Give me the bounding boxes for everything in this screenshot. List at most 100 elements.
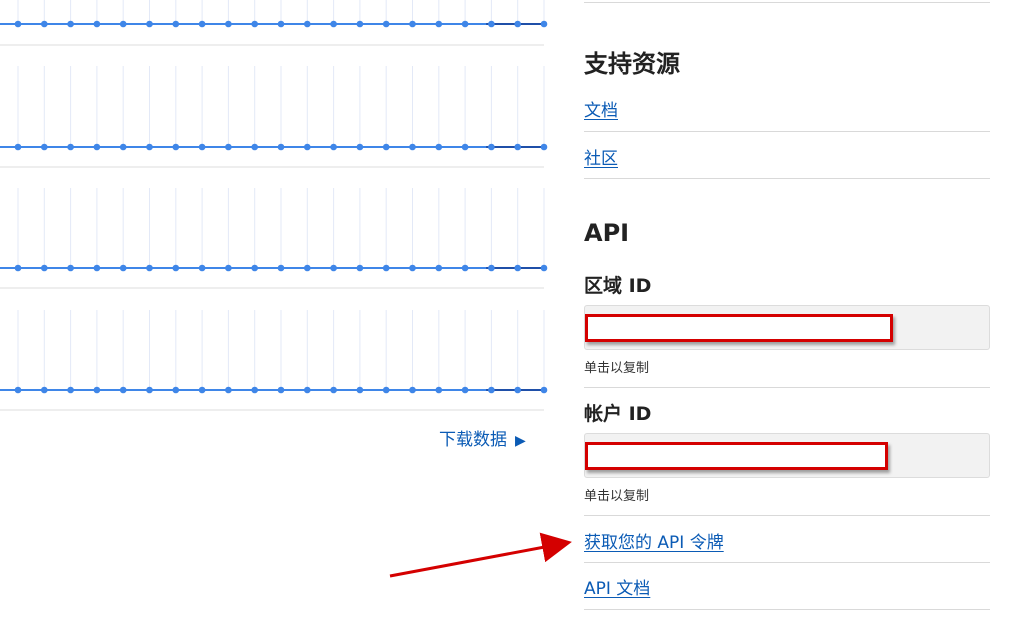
data-point[interactable] [330, 20, 337, 28]
data-point[interactable] [488, 20, 495, 28]
data-point[interactable] [14, 20, 22, 28]
data-point[interactable] [540, 264, 548, 272]
data-point[interactable] [409, 264, 416, 272]
data-point[interactable] [488, 386, 495, 394]
data-point[interactable] [382, 264, 390, 272]
data-point[interactable] [251, 386, 258, 394]
data-point[interactable] [67, 20, 74, 28]
data-point[interactable] [540, 143, 548, 151]
data-point[interactable] [41, 264, 48, 272]
data-point[interactable] [146, 264, 153, 272]
data-point[interactable] [251, 20, 258, 28]
data-point[interactable] [356, 143, 364, 151]
data-point[interactable] [461, 386, 469, 394]
data-point[interactable] [14, 143, 22, 151]
data-point[interactable] [435, 386, 443, 394]
docs-link[interactable]: 文档 [584, 96, 618, 121]
data-point[interactable] [409, 143, 416, 151]
data-point[interactable] [382, 20, 390, 28]
region-id-label: 区域 ID [584, 275, 652, 297]
data-point[interactable] [435, 264, 443, 272]
account-id-copy-field[interactable] [584, 433, 990, 478]
data-point[interactable] [488, 264, 495, 272]
data-point[interactable] [225, 264, 232, 272]
data-point[interactable] [93, 264, 101, 272]
data-point[interactable] [67, 143, 74, 151]
triangle-right-icon: ▶ [515, 433, 526, 449]
redaction-box [585, 314, 893, 342]
data-point[interactable] [304, 143, 311, 151]
data-point[interactable] [514, 264, 521, 272]
data-point[interactable] [41, 143, 48, 151]
data-point[interactable] [356, 264, 364, 272]
data-point[interactable] [198, 20, 206, 28]
data-point[interactable] [277, 264, 285, 272]
data-point[interactable] [409, 386, 416, 394]
data-point[interactable] [461, 20, 469, 28]
data-point[interactable] [93, 386, 101, 394]
data-point[interactable] [41, 386, 48, 394]
data-point[interactable] [382, 386, 390, 394]
data-point[interactable] [41, 20, 48, 28]
data-point[interactable] [67, 264, 74, 272]
data-point[interactable] [277, 143, 285, 151]
data-point[interactable] [356, 20, 364, 28]
data-point[interactable] [540, 386, 548, 394]
data-point[interactable] [514, 20, 521, 28]
data-point[interactable] [172, 386, 180, 394]
data-point[interactable] [172, 264, 180, 272]
region-id-copy-hint: 单击以复制 [584, 361, 650, 376]
data-point[interactable] [514, 386, 521, 394]
data-point[interactable] [514, 143, 521, 151]
data-point[interactable] [93, 20, 101, 28]
data-point[interactable] [251, 143, 258, 151]
data-point[interactable] [330, 143, 337, 151]
data-point[interactable] [119, 386, 127, 394]
data-point[interactable] [198, 143, 206, 151]
data-point[interactable] [93, 143, 101, 151]
divider [584, 178, 990, 179]
data-point[interactable] [330, 386, 337, 394]
community-link[interactable]: 社区 [584, 144, 618, 169]
data-point[interactable] [330, 264, 337, 272]
download-data-link[interactable]: 下载数据 ▶ [439, 425, 526, 450]
data-point[interactable] [488, 143, 495, 151]
data-point[interactable] [198, 264, 206, 272]
data-point[interactable] [198, 386, 206, 394]
data-point[interactable] [172, 143, 180, 151]
get-api-token-link[interactable]: 获取您的 API 令牌 [584, 528, 724, 553]
data-point[interactable] [435, 20, 443, 28]
data-point[interactable] [409, 20, 416, 28]
data-point[interactable] [225, 386, 232, 394]
data-point[interactable] [146, 143, 153, 151]
data-point[interactable] [67, 386, 74, 394]
data-point[interactable] [540, 20, 548, 28]
data-point[interactable] [146, 386, 153, 394]
data-point[interactable] [277, 20, 285, 28]
data-point[interactable] [461, 143, 469, 151]
data-point[interactable] [435, 143, 443, 151]
account-id-label: 帐户 ID [584, 403, 652, 425]
data-point[interactable] [382, 143, 390, 151]
data-point[interactable] [119, 264, 127, 272]
data-point[interactable] [356, 386, 364, 394]
data-point[interactable] [14, 386, 22, 394]
data-point[interactable] [225, 143, 232, 151]
data-point[interactable] [304, 386, 311, 394]
divider [584, 387, 990, 388]
data-point[interactable] [461, 264, 469, 272]
data-point[interactable] [119, 20, 127, 28]
api-docs-link[interactable]: API 文档 [584, 574, 650, 599]
data-point[interactable] [304, 264, 311, 272]
region-id-copy-field[interactable] [584, 305, 990, 350]
divider [584, 131, 990, 132]
redaction-box [585, 442, 888, 470]
data-point[interactable] [277, 386, 285, 394]
data-point[interactable] [146, 20, 153, 28]
data-point[interactable] [225, 20, 232, 28]
data-point[interactable] [172, 20, 180, 28]
data-point[interactable] [119, 143, 127, 151]
data-point[interactable] [14, 264, 22, 272]
data-point[interactable] [304, 20, 311, 28]
data-point[interactable] [251, 264, 258, 272]
